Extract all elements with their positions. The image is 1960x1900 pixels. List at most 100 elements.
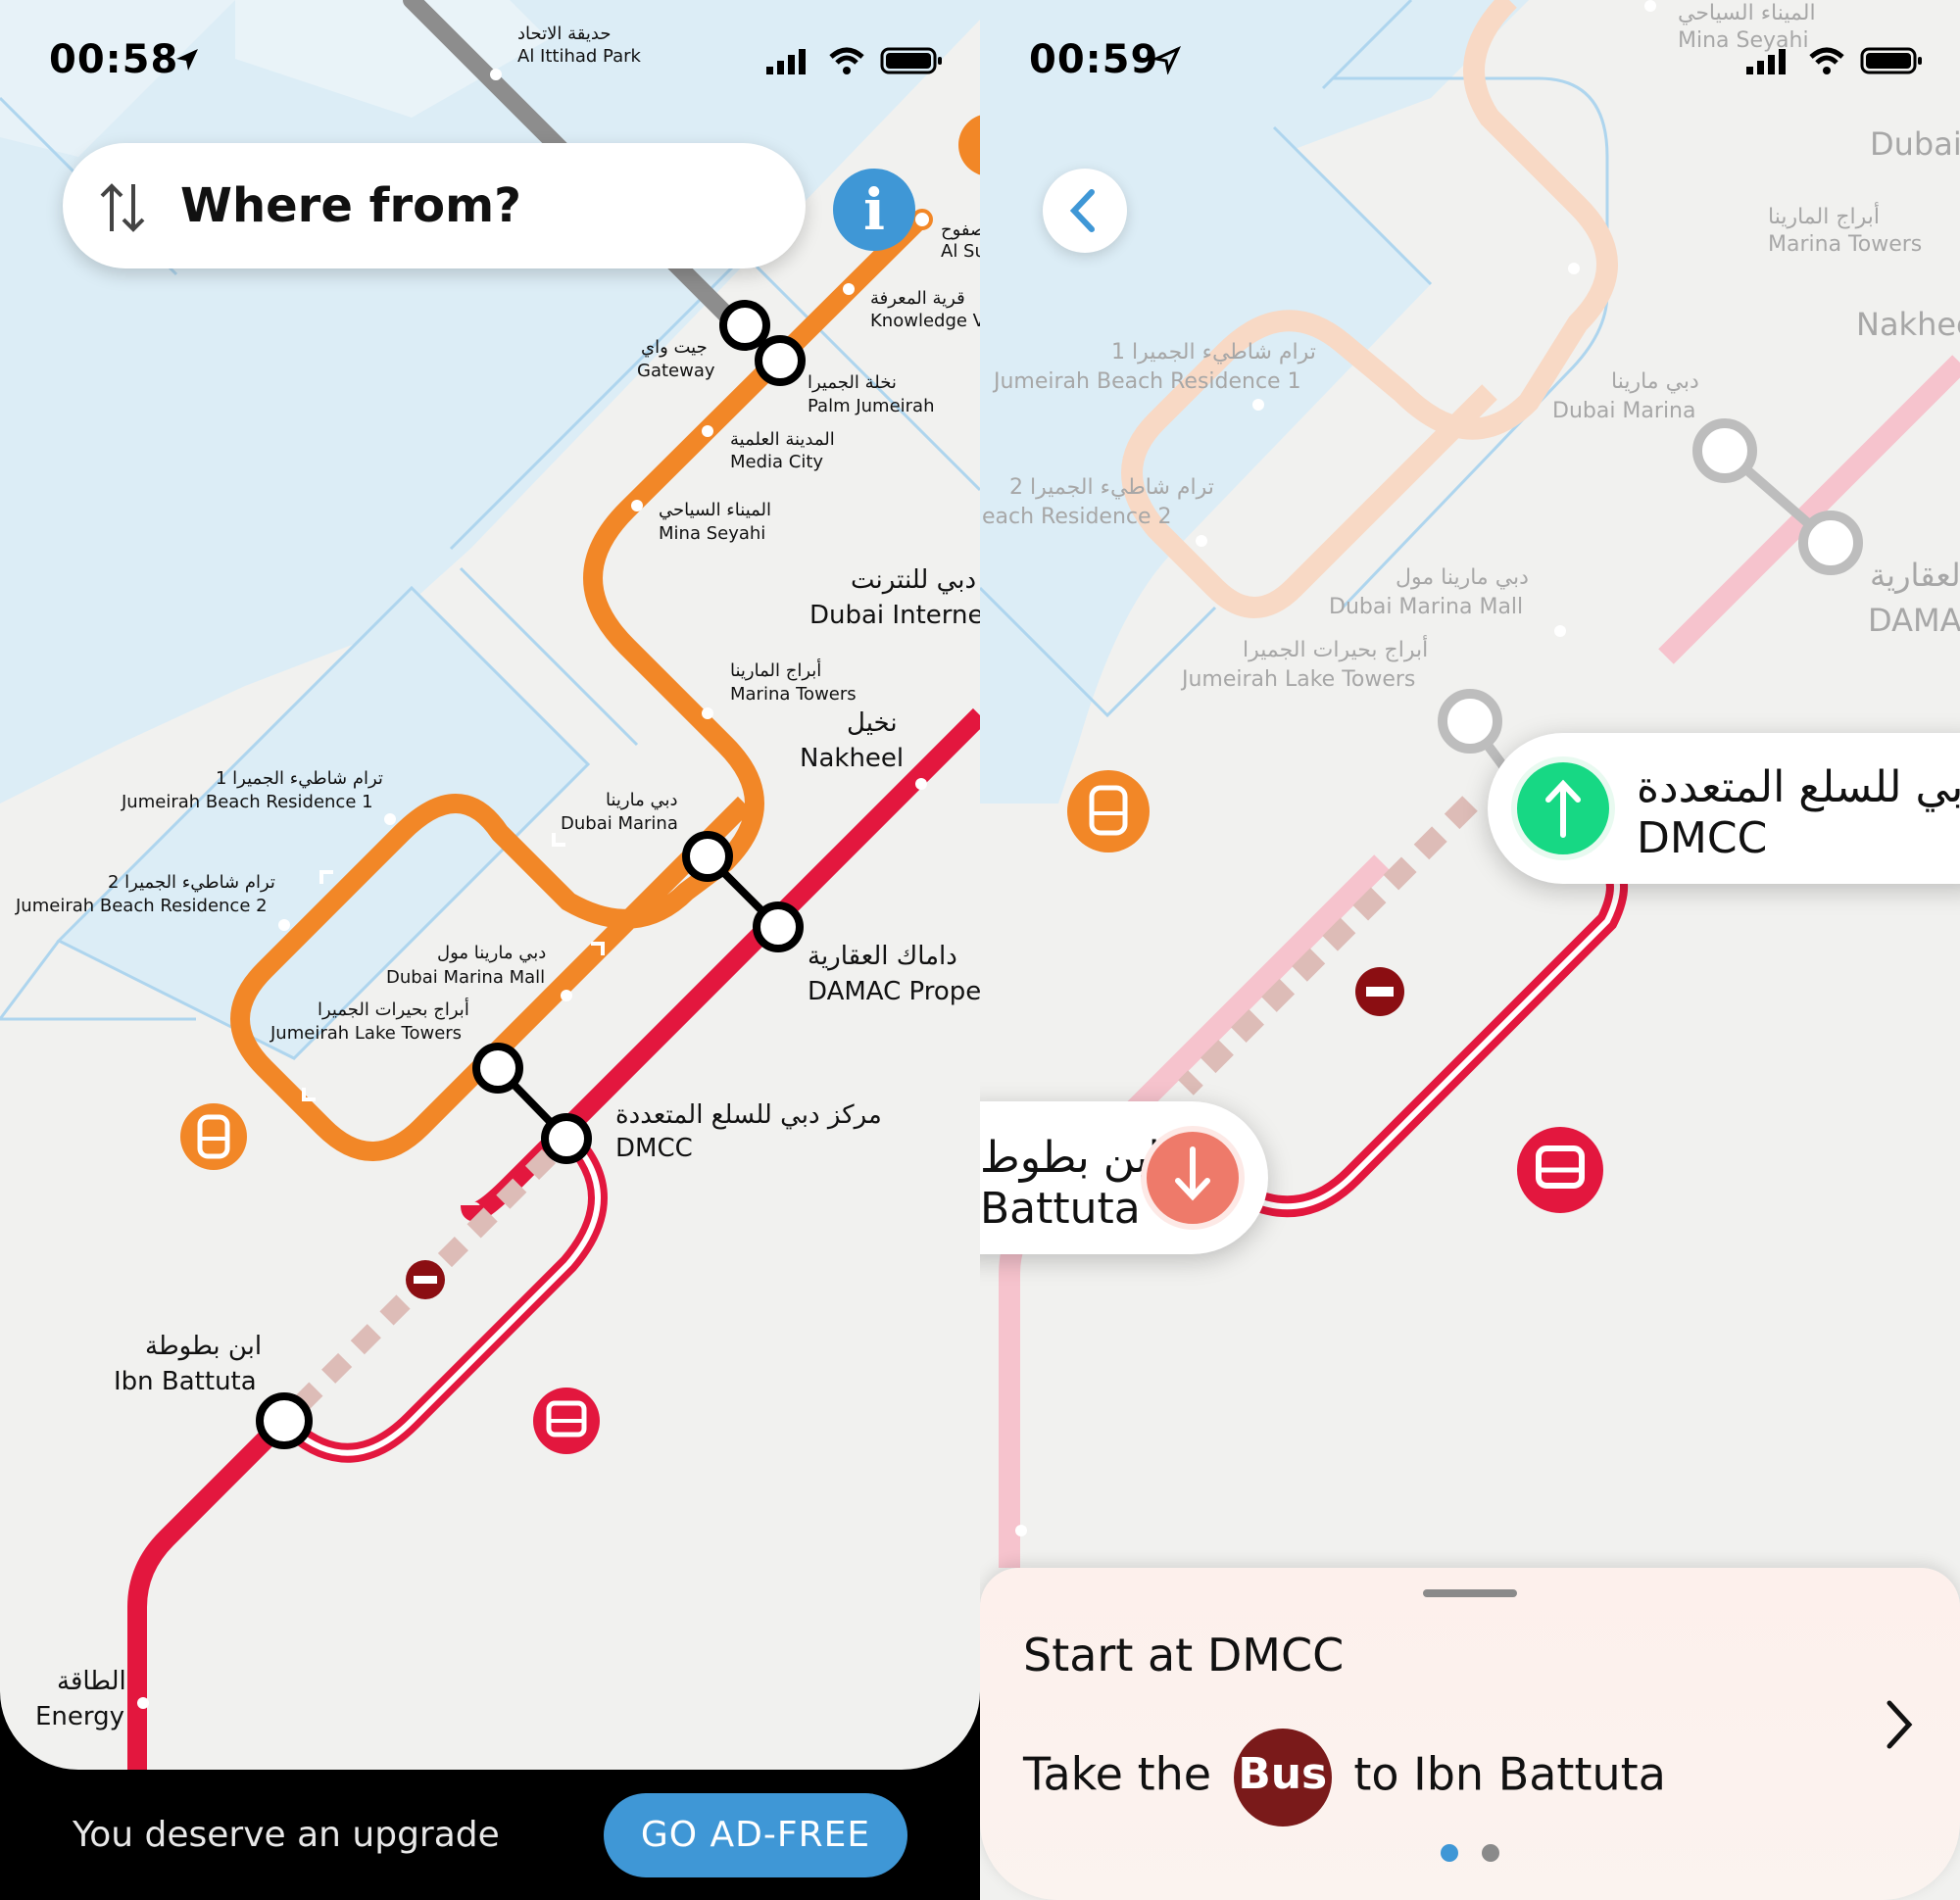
back-chevron-icon: [1069, 189, 1095, 232]
label-internet-city-en: Dubai Interne: [809, 601, 980, 630]
label-marina-towers-en: Marina Towers: [730, 684, 857, 705]
svg-text:each Residence 2: each Residence 2: [982, 505, 1172, 529]
label-marina-mall-en: Dubai Marina Mall: [386, 967, 545, 988]
search-bar[interactable]: Where from?: [63, 143, 806, 268]
label-palm-en: Palm Jumeirah: [808, 396, 935, 416]
tram-icon[interactable]: [180, 1103, 247, 1170]
label-dmcc-en: DMCC: [615, 1134, 693, 1163]
svg-text:دبي مارينا مول: دبي مارينا مول: [1396, 565, 1529, 590]
tram-icon[interactable]: [1067, 770, 1150, 853]
label-jbr2-ar: ترام شاطيء الجميرا 2: [108, 872, 275, 893]
interchange-gateway[interactable]: [719, 300, 806, 386]
label-dmcc-ar: مركز دبي للسلع المتعددة: [615, 1100, 882, 1130]
label-energy-ar: الطاقة: [57, 1667, 126, 1696]
bus-icon[interactable]: [533, 1388, 600, 1454]
wifi-icon: [1809, 47, 1844, 74]
label-jlt-ar: أبراج بحيرات الجميرا: [318, 998, 469, 1020]
bus-icon[interactable]: [1517, 1127, 1603, 1213]
label-ibn-battuta-en: Ibn Battuta: [114, 1367, 257, 1396]
swap-vertical-icon[interactable]: [98, 180, 147, 235]
sheet-grabber[interactable]: [1423, 1589, 1517, 1597]
label-nakheel-ar: نخيل: [847, 708, 898, 738]
start-station-en: DMCC: [1637, 813, 1768, 863]
signal-icon: [1746, 49, 1786, 74]
station-ibn-battuta[interactable]: [256, 1392, 313, 1449]
route-step-text: Take the Bus to Ibn Battuta: [1023, 1729, 1666, 1827]
label-energy-en: Energy: [35, 1702, 124, 1731]
back-button[interactable]: [1043, 169, 1127, 253]
route-step-suffix: to Ibn Battuta: [1353, 1747, 1666, 1801]
tram-icon-partial: [958, 115, 980, 175]
faded-damac-ar: العقارية: [1870, 557, 1960, 594]
label-mina-seyahi-ar: الميناء السياحي: [659, 500, 771, 520]
faded-dubai-fragment: Dubai: [1870, 125, 1960, 163]
label-jbr1-en: Jumeirah Beach Residence 1: [121, 792, 373, 812]
closed-section: [1178, 796, 1478, 1096]
no-entry-icon: [406, 1260, 445, 1299]
battery-icon: [880, 47, 942, 74]
battery-icon: [1860, 47, 1922, 74]
board-arrow-icon: [1511, 756, 1615, 860]
end-station-callout[interactable]: ابن بطوط Battuta: [980, 1101, 1268, 1254]
label-media-city-en: Media City: [730, 452, 823, 472]
label-knowledge-ar: قرية المعرفة: [870, 288, 965, 309]
upgrade-text: You deserve an upgrade: [73, 1815, 500, 1855]
info-button[interactable]: i: [833, 169, 915, 251]
svg-text:Dubai Marina: Dubai Marina: [1552, 399, 1695, 423]
bus-mode-badge: Bus: [1233, 1729, 1332, 1827]
label-dubai-marina-ar: دبي مارينا: [606, 790, 678, 810]
page-dot-2[interactable]: [1482, 1844, 1499, 1862]
svg-text:Jumeirah Beach Residence 1: Jumeirah Beach Residence 1: [992, 369, 1301, 394]
interchange-dmcc[interactable]: [472, 1043, 592, 1164]
route-step-prefix: Take the: [1023, 1747, 1212, 1801]
label-ibn-battuta-ar: ابن بطوطة: [145, 1332, 262, 1361]
end-station-ar: ابن بطوط: [980, 1133, 1160, 1183]
svg-text:ترام شاطيء الجميرا 1: ترام شاطيء الجميرا 1: [1111, 340, 1316, 365]
label-marina-towers-ar: أبراج المارينا: [730, 658, 821, 681]
label-media-city-ar: المدينة العلمية: [730, 429, 835, 450]
label-al-ittihad-ar: حديقة الاتحاد: [517, 24, 611, 44]
label-knowledge-en: Knowledge V: [870, 311, 980, 331]
label-al-sufouh-en: Al Su: [941, 241, 980, 262]
svg-text:Marina Towers: Marina Towers: [1768, 232, 1922, 257]
search-placeholder[interactable]: Where from?: [180, 178, 521, 233]
svg-text:Jumeirah Lake Towers: Jumeirah Lake Towers: [1180, 667, 1415, 692]
label-jbr1-ar: ترام شاطيء الجميرا 1: [216, 768, 383, 789]
start-station-ar: دبي للسلع المتعددة: [1637, 762, 1960, 812]
status-time: 00:59: [1029, 37, 1159, 82]
label-internet-city-ar: دبي للنترنت: [851, 565, 976, 595]
label-mina-seyahi-en: Mina Seyahi: [659, 523, 765, 544]
chevron-right-icon[interactable]: [1880, 1695, 1919, 1754]
label-gateway-ar: جيت واي: [641, 337, 708, 358]
page-dot-1[interactable]: [1441, 1844, 1458, 1862]
svg-text:دبي مارينا: دبي مارينا: [1611, 369, 1699, 394]
label-gateway-en: Gateway: [637, 361, 715, 381]
left-phone-screen: حديقة الاتحاد Al Ittihad Park صفوح Al Su…: [0, 0, 980, 1900]
faded-damac-en: DAMA: [1868, 602, 1960, 639]
label-al-ittihad-en: Al Ittihad Park: [517, 46, 642, 67]
metro-map[interactable]: حديقة الاتحاد Al Ittihad Park صفوح Al Su…: [0, 0, 980, 1770]
location-arrow-icon: [176, 49, 198, 71]
label-damac-ar: داماك العقارية: [808, 942, 957, 971]
svg-text:أبراج بحيرات الجميرا: أبراج بحيرات الجميرا: [1243, 635, 1428, 662]
svg-text:ترام شاطيء الجميرا 2: ترام شاطيء الجميرا 2: [1009, 475, 1214, 500]
faded-nakheel-fragment: Nakhee: [1856, 306, 1960, 343]
go-ad-free-button[interactable]: GO AD-FREE: [604, 1793, 907, 1877]
no-entry-icon: [1355, 967, 1404, 1016]
signal-icon: [766, 49, 806, 74]
label-jbr2-en: Jumeirah Beach Residence 2: [15, 896, 268, 916]
label-palm-ar: نخلة الجميرا: [808, 372, 897, 393]
location-arrow-icon: [1152, 45, 1182, 74]
start-station-callout[interactable]: دبي للسلع المتعددة DMCC: [1488, 733, 1960, 884]
label-al-sufouh-ar: صفوح: [941, 219, 980, 240]
route-start-text: Start at DMCC: [1023, 1629, 1345, 1681]
red-line-lower: [127, 1413, 292, 1770]
label-damac-en: DAMAC Prope: [808, 977, 980, 1006]
svg-text:أبراج المارينا: أبراج المارينا: [1768, 202, 1880, 229]
label-marina-mall-ar: دبي مارينا مول: [437, 943, 546, 963]
label-dubai-marina-en: Dubai Marina: [561, 813, 678, 834]
route-bottom-sheet[interactable]: Start at DMCC Take the Bus to Ibn Battut…: [980, 1568, 1960, 1900]
label-nakheel-en: Nakheel: [800, 744, 904, 773]
svg-text:Dubai Marina Mall: Dubai Marina Mall: [1329, 595, 1523, 619]
status-time: 00:58: [49, 37, 179, 82]
